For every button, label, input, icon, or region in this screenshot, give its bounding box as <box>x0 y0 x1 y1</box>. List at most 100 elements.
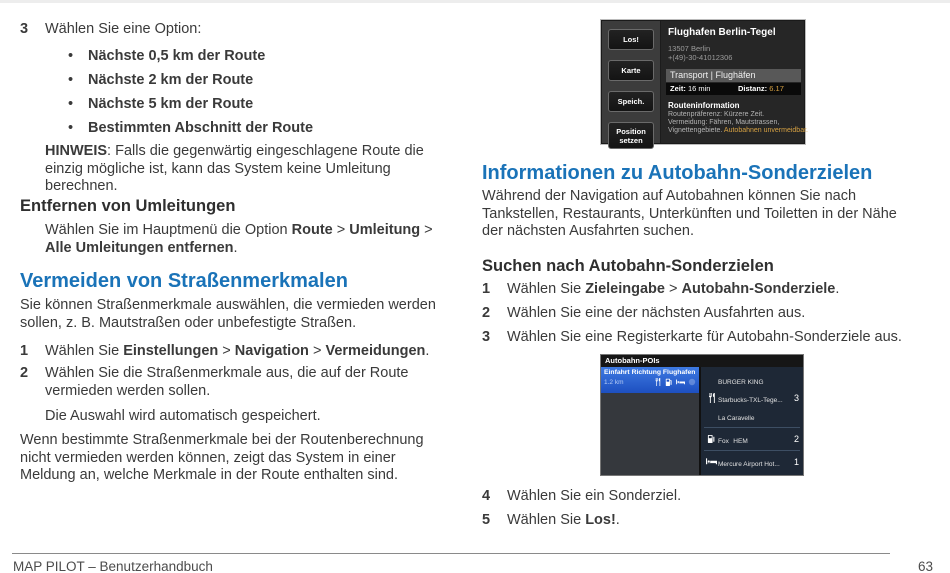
poi-name-list: BURGER KING Starbucks-TXL-Tege... La Car… <box>718 371 787 425</box>
list-item-step4: 4 Wählen Sie ein Sonderziel. <box>482 488 922 506</box>
poi-groups-panel: BURGER KING Starbucks-TXL-Tege... La Car… <box>701 367 803 475</box>
speichern-button: Speich. <box>608 91 654 112</box>
poi-name-list: Mercure Airport Hot... <box>718 453 787 471</box>
body-paragraph: Sie können Straßenmerkmale auswählen, di… <box>20 297 460 332</box>
dimmed-poi-icon <box>688 378 696 386</box>
route-info-warning: Autobahnen unvermeidbar. <box>724 127 808 134</box>
poi-title: Flughafen Berlin-Tegel <box>668 27 776 38</box>
list-item-step2: 2 Wählen Sie eine der nächsten Ausfahrte… <box>482 305 922 323</box>
section-heading-suchen: Suchen nach Autobahn-Sonderzielen <box>482 257 774 276</box>
step-text: Wählen Sie eine der nächsten Ausfahrten … <box>507 305 922 323</box>
device-sidebar: Los! Karte Speich. Position setzen <box>602 21 661 143</box>
poi-group-hotels: Mercure Airport Hot... 1 <box>704 451 800 473</box>
poi-name: HEM <box>733 438 747 445</box>
poi-group-fuel: Fox HEM 2 <box>704 428 800 451</box>
poi-name: Fox <box>718 438 729 445</box>
position-setzen-button: Position setzen <box>608 122 654 149</box>
exit-list-panel: Einfahrt Richtung Flughafen ... 1.2 km <box>601 367 699 475</box>
bullet-item: Bestimmten Abschnitt der Route <box>68 120 313 136</box>
list-item-step3: 3 Wählen Sie eine Option: <box>20 21 462 39</box>
step-number: 1 <box>482 281 490 299</box>
bullet-item: Nächste 0,5 km der Route <box>68 48 265 64</box>
route-info-plain: Vignettengebiete. <box>668 127 724 134</box>
body-paragraph: Wählen Sie im Hauptmenü die Option Route… <box>45 222 447 257</box>
route-info-title: Routeninformation <box>668 101 740 110</box>
zeit-stat: Zeit: 16 min <box>670 83 710 95</box>
route-info-line: Routenpräferenz: Kürzere Zeit. <box>668 111 764 118</box>
poi-name: BURGER KING <box>718 379 764 386</box>
los-button: Los! <box>608 29 654 50</box>
step-number: 3 <box>482 329 490 347</box>
device-detail-panel: Flughafen Berlin-Tegel 13507 Berlin +(49… <box>661 21 804 143</box>
step-number: 5 <box>482 512 490 530</box>
step-number: 4 <box>482 488 490 506</box>
route-info-line: Vermeidung: Fähren, Mautstrassen, <box>668 119 779 126</box>
footer-title: MAP PILOT – Benutzerhandbuch <box>13 559 213 573</box>
hotel-icon <box>705 458 718 466</box>
poi-name-list: Fox HEM <box>718 430 787 448</box>
route-info-line: Vignettengebiete. Autobahnen unvermeidba… <box>668 127 808 134</box>
list-item-step3: 3 Wählen Sie eine Registerkarte für Auto… <box>482 329 922 347</box>
step-text: Wählen Sie eine Registerkarte für Autoba… <box>507 329 922 347</box>
poi-name: Mercure Airport Hot... <box>718 461 780 468</box>
footer-divider <box>12 553 890 554</box>
zeit-value: 16 min <box>688 84 711 93</box>
poi-count-badge: 1 <box>787 457 799 467</box>
chapter-heading-autobahn: Informationen zu Autobahn-Sonderzielen <box>482 162 872 185</box>
poi-count-badge: 3 <box>787 393 799 403</box>
restaurant-icon <box>654 378 662 386</box>
footer-page-number: 63 <box>918 559 933 573</box>
exit-poi-icons <box>654 378 696 386</box>
bullet-text: Nächste 0,5 km der Route <box>88 48 265 64</box>
fuel-icon <box>705 434 718 444</box>
restaurant-icon <box>705 393 718 403</box>
pois-header-bar: Autobahn-POIs <box>601 355 803 367</box>
device-screenshot-autobahn-pois: Autobahn-POIs Einfahrt Richtung Flughafe… <box>600 354 804 476</box>
step-text: Wählen Sie eine Option: <box>45 21 462 39</box>
step-number: 2 <box>20 365 28 383</box>
bullet-item: Nächste 2 km der Route <box>68 72 253 88</box>
bullet-text: Nächste 5 km der Route <box>88 96 253 112</box>
exit-title: Einfahrt Richtung Flughafen ... <box>604 369 696 376</box>
bullet-text: Bestimmten Abschnitt der Route <box>88 120 313 136</box>
body-paragraph: Die Auswahl wird automatisch gespeichert… <box>45 408 465 426</box>
note-paragraph: HINWEIS: Falls die gegenwärtig eingeschl… <box>45 143 465 196</box>
step-text: Wählen Sie Einstellungen > Navigation > … <box>45 343 462 361</box>
list-item-step1: 1 Wählen Sie Zieleingabe > Autobahn-Sond… <box>482 281 922 299</box>
distanz-value: 6.17 <box>769 84 784 93</box>
exit-distance: 1.2 km <box>604 379 624 386</box>
zeit-label: Zeit: <box>670 84 686 93</box>
hotel-icon <box>676 379 685 386</box>
step-number: 1 <box>20 343 28 361</box>
chapter-heading-vermeiden: Vermeiden von Straßenmerkmalen <box>20 270 348 293</box>
poi-category-bar: Transport | Flughäfen <box>666 69 801 82</box>
step-text: Wählen Sie ein Sonderziel. <box>507 488 922 506</box>
device-screenshot-destination: Los! Karte Speich. Position setzen Flugh… <box>601 20 805 144</box>
poi-phone: +(49)-30-41012306 <box>668 53 732 62</box>
step-number: 3 <box>20 21 28 39</box>
poi-group-restaurants: BURGER KING Starbucks-TXL-Tege... La Car… <box>704 369 800 428</box>
selected-exit-item: Einfahrt Richtung Flughafen ... 1.2 km <box>601 367 699 393</box>
distanz-stat: Distanz: 6.17 <box>738 83 784 95</box>
body-paragraph: Während der Navigation auf Autobahnen kö… <box>482 188 920 241</box>
bullet-item: Nächste 5 km der Route <box>68 96 253 112</box>
body-paragraph: Wenn bestimmte Straßenmerkmale bei der R… <box>20 432 444 485</box>
exit-subline: 1.2 km <box>604 378 696 386</box>
poi-name: La Caravelle <box>718 415 755 422</box>
step-text: Wählen Sie Los!. <box>507 512 922 530</box>
step-number: 2 <box>482 305 490 323</box>
list-item-step1: 1 Wählen Sie Einstellungen > Navigation … <box>20 343 462 361</box>
route-stats-bar: Zeit: 16 min Distanz: 6.17 <box>666 83 801 95</box>
fuel-icon <box>665 378 673 386</box>
step-text: Wählen Sie Zieleingabe > Autobahn-Sonder… <box>507 281 922 299</box>
poi-postcode: 13507 Berlin <box>668 44 710 53</box>
karte-button: Karte <box>608 60 654 81</box>
poi-name: Starbucks-TXL-Tege... <box>718 397 783 404</box>
step-text: Wählen Sie die Straßenmerkmale aus, die … <box>45 365 462 400</box>
distanz-label: Distanz: <box>738 84 767 93</box>
document-page: 3 Wählen Sie eine Option: Nächste 0,5 km… <box>0 0 950 573</box>
section-heading-entfernen: Entfernen von Umleitungen <box>20 197 235 216</box>
list-item-step5: 5 Wählen Sie Los!. <box>482 512 922 530</box>
poi-count-badge: 2 <box>787 434 799 444</box>
bullet-text: Nächste 2 km der Route <box>88 72 253 88</box>
